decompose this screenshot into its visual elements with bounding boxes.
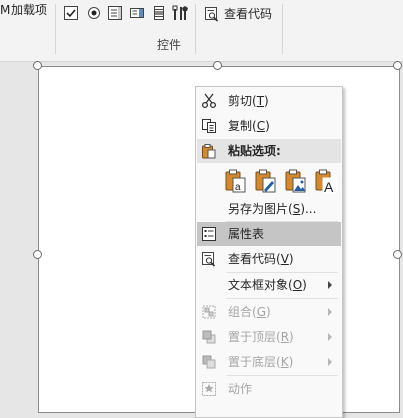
svg-text:A: A — [324, 179, 334, 194]
addins-label: 加载项 — [11, 3, 48, 17]
properties-tools-icon[interactable] — [172, 5, 190, 21]
paste-options-row: a A — [197, 165, 341, 197]
menu-item-label: 组合(G) — [228, 305, 271, 319]
submenu-arrow-icon — [328, 308, 332, 316]
ribbon-separator — [195, 4, 196, 54]
submenu-arrow-icon — [328, 281, 332, 289]
ribbon-separator — [55, 4, 56, 54]
menu-item-label: 置于顶层(R) — [228, 330, 294, 344]
scrollbar-control-icon[interactable] — [151, 5, 167, 21]
menu-item-label: 复制(C) — [228, 119, 270, 133]
menu-item-label: 查看代码(V) — [228, 252, 294, 266]
addins-prefix: M — [0, 3, 11, 17]
combobox-control-icon[interactable] — [129, 5, 145, 21]
menu-item-textbox-object[interactable]: 文本框对象(O) — [197, 273, 341, 297]
property-sheet-icon — [202, 227, 216, 241]
submenu-arrow-icon — [328, 333, 332, 341]
resize-handle-top-left[interactable] — [33, 61, 42, 70]
copy-icon — [202, 119, 216, 133]
resize-handle-left[interactable] — [33, 250, 42, 259]
menu-item-property-sheet[interactable]: 属性表 — [197, 222, 341, 246]
menu-item-cut[interactable]: 剪切(T) — [197, 89, 341, 113]
scissors-icon — [201, 93, 217, 109]
radio-control-icon[interactable] — [86, 5, 102, 21]
send-to-back-icon — [202, 355, 216, 369]
group-icon — [202, 305, 216, 319]
menu-item-label: 动作 — [228, 382, 253, 396]
svg-text:a: a — [235, 182, 241, 193]
menu-item-view-code[interactable]: 查看代码(V) — [197, 247, 341, 271]
paste-text-only-icon[interactable]: A — [314, 168, 338, 194]
ribbon: M 加载项 查看代码 控件 — [0, 0, 403, 62]
paste-use-destination-icon[interactable] — [254, 168, 278, 194]
resize-handle-top[interactable] — [213, 61, 222, 70]
checkbox-control-icon[interactable] — [63, 5, 79, 21]
ribbon-separator — [282, 4, 283, 54]
menu-item-label: 文本框对象(O) — [228, 278, 307, 292]
resize-handle-right[interactable] — [393, 250, 402, 259]
menu-item-label: 属性表 — [228, 227, 265, 241]
menu-item-save-as-picture[interactable]: 另存为图片(S)... — [197, 197, 341, 221]
paste-picture-icon[interactable] — [284, 168, 308, 194]
action-icon — [202, 382, 216, 396]
menu-separator — [226, 298, 338, 299]
menu-item-label: 剪切(T) — [228, 94, 269, 108]
clipboard-icon — [202, 144, 216, 159]
resize-handle-top-right[interactable] — [393, 61, 402, 70]
paste-keep-source-icon[interactable]: a — [224, 168, 248, 194]
menu-item-bring-to-front[interactable]: 置于顶层(R) — [197, 325, 341, 349]
submenu-arrow-icon — [328, 358, 332, 366]
context-menu: 剪切(T) 复制(C) 粘贴选项: a A 另存为图片(S)... 属性表 查看… — [195, 86, 343, 418]
bring-to-front-icon — [202, 330, 216, 344]
paste-options-header: 粘贴选项: — [197, 139, 341, 163]
menu-item-send-to-back[interactable]: 置于底层(K) — [197, 350, 341, 374]
controls-group-label: 控件 — [157, 38, 182, 52]
menu-item-action[interactable]: 动作 — [197, 377, 341, 401]
menu-separator — [226, 375, 338, 376]
view-code-label: 查看代码 — [224, 7, 273, 21]
menu-item-label: 粘贴选项: — [228, 144, 281, 158]
listbox-control-icon[interactable] — [107, 5, 123, 21]
menu-item-copy[interactable]: 复制(C) — [197, 114, 341, 138]
menu-item-label: 另存为图片(S)... — [228, 202, 317, 216]
menu-item-label: 置于底层(K) — [228, 355, 294, 369]
menu-item-group[interactable]: 组合(G) — [197, 300, 341, 324]
view-code-icon — [205, 7, 219, 22]
view-code-icon — [202, 252, 216, 267]
